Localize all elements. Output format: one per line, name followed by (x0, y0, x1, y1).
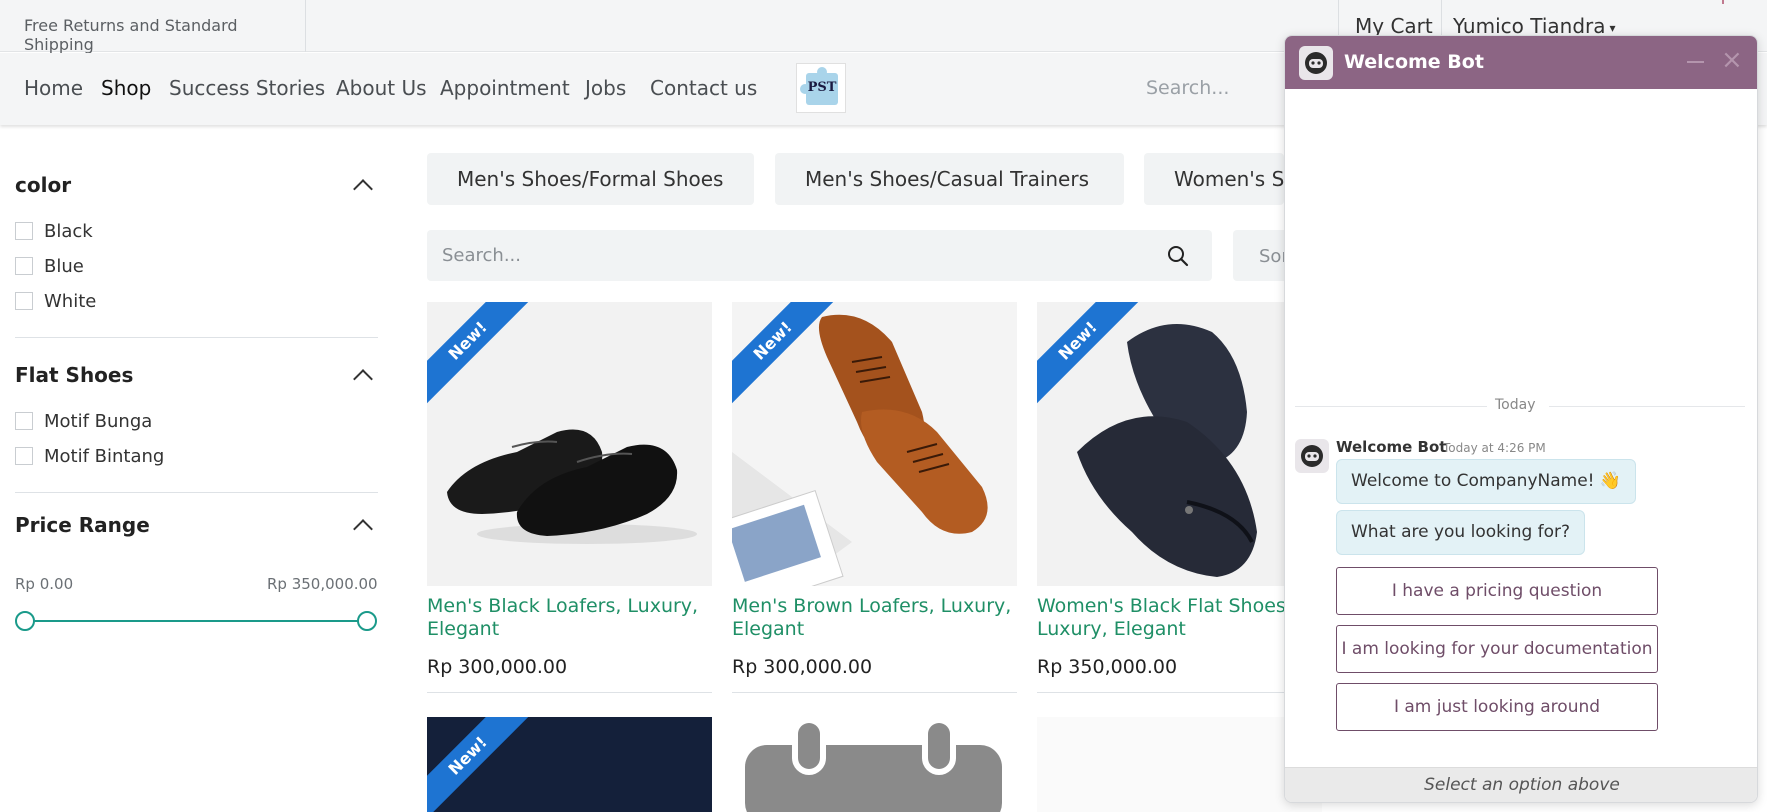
price-max-label: Rp 350,000.00 (267, 575, 378, 593)
nav-jobs[interactable]: Jobs (585, 76, 626, 100)
new-badge: New! (427, 717, 539, 812)
category-womens-shoes[interactable]: Women's Shoes (1144, 153, 1284, 205)
product-price: Rp 300,000.00 (427, 656, 568, 678)
close-icon[interactable]: × (1721, 45, 1743, 75)
top-accent-mark (1722, 0, 1724, 4)
message-timestamp: Today at 4:26 PM (1443, 441, 1546, 455)
divider (427, 692, 712, 693)
divider (1549, 406, 1745, 407)
checkbox[interactable] (15, 222, 33, 240)
product-price: Rp 300,000.00 (732, 656, 873, 678)
chat-message: What are you looking for? (1336, 510, 1586, 555)
filter-option-black[interactable]: Black (15, 221, 93, 242)
checkbox[interactable] (15, 412, 33, 430)
chevron-up-icon[interactable] (353, 519, 373, 539)
day-separator: Today (1495, 397, 1536, 413)
chat-title: Welcome Bot (1344, 51, 1484, 73)
caret-down-icon: ▾ (1609, 20, 1616, 35)
divider (15, 337, 378, 338)
just-looking-button[interactable]: I am just looking around (1336, 683, 1658, 731)
product-card-placeholder[interactable] (1037, 717, 1322, 812)
nav-success-stories[interactable]: Success Stories (169, 76, 325, 100)
product-name[interactable]: Men's Brown Loafers, Luxury, Elegant (732, 595, 1017, 641)
search-placeholder: Search... (442, 245, 522, 266)
product-price: Rp 350,000.00 (1037, 656, 1178, 678)
chat-header[interactable]: Welcome Bot × (1285, 36, 1757, 89)
divider (1295, 406, 1487, 407)
product-image[interactable]: New! (1037, 302, 1322, 586)
divider (15, 492, 378, 493)
product-card[interactable]: New! (427, 717, 712, 812)
checkbox[interactable] (15, 257, 33, 275)
filter-option-blue[interactable]: Blue (15, 256, 84, 277)
bot-avatar-icon (1295, 439, 1329, 473)
filter-flat-shoes-title[interactable]: Flat Shoes (15, 363, 133, 387)
livechat-window: Welcome Bot × Today Welcome Bot Today at… (1284, 35, 1758, 803)
search-icon[interactable] (1167, 245, 1189, 271)
bot-avatar-icon (1299, 46, 1333, 80)
price-slider-max-handle[interactable] (357, 611, 377, 631)
nav-search-input[interactable]: Search... (1146, 77, 1229, 99)
product-image[interactable]: New! (427, 302, 712, 586)
checkbox[interactable] (15, 292, 33, 310)
price-min-label: Rp 0.00 (15, 575, 74, 593)
product-card-placeholder[interactable] (732, 717, 1017, 812)
filter-option-motif-bintang[interactable]: Motif Bintang (15, 446, 164, 467)
price-slider-min-handle[interactable] (15, 611, 35, 631)
nav-home[interactable]: Home (24, 76, 83, 100)
nav-about-us[interactable]: About Us (336, 76, 427, 100)
option-label: White (44, 291, 97, 312)
category-casual-trainers[interactable]: Men's Shoes/Casual Trainers (775, 153, 1124, 205)
pricing-question-button[interactable]: I have a pricing question (1336, 567, 1658, 615)
product-image[interactable]: New! (732, 302, 1017, 586)
nav-shop[interactable]: Shop (101, 76, 151, 100)
filter-color-title[interactable]: color (15, 173, 71, 197)
company-logo[interactable]: PST (796, 63, 846, 113)
filter-option-white[interactable]: White (15, 291, 96, 312)
puzzle-shape (817, 67, 827, 77)
option-label: Motif Bunga (44, 411, 153, 432)
checkbox[interactable] (15, 447, 33, 465)
calendar-icon (745, 717, 1002, 812)
documentation-button[interactable]: I am looking for your documentation (1336, 625, 1658, 673)
chat-input-hint: Select an option above (1285, 767, 1757, 802)
option-label: Black (44, 221, 93, 242)
price-slider-track[interactable] (24, 620, 368, 622)
category-formal-shoes[interactable]: Men's Shoes/Formal Shoes (427, 153, 754, 205)
message-author: Welcome Bot (1336, 438, 1447, 456)
product-name[interactable]: Women's Black Flat Shoes, Luxury, Elegan… (1037, 595, 1322, 641)
shop-search-input[interactable]: Search... (427, 230, 1212, 281)
product-name[interactable]: Men's Black Loafers, Luxury, Elegant (427, 595, 712, 641)
chevron-up-icon[interactable] (353, 179, 373, 199)
chevron-up-icon[interactable] (353, 369, 373, 389)
filter-price-range-title[interactable]: Price Range (15, 513, 150, 537)
option-label: Motif Bintang (44, 446, 165, 467)
logo-text: PST (807, 80, 837, 95)
filter-option-motif-bunga[interactable]: Motif Bunga (15, 411, 152, 432)
divider (732, 692, 1017, 693)
nav-appointment[interactable]: Appointment (440, 76, 570, 100)
promo-text: Free Returns and Standard Shipping (0, 0, 306, 54)
minimize-icon[interactable] (1687, 61, 1704, 63)
divider (1037, 692, 1322, 693)
nav-contact-us[interactable]: Contact us (650, 76, 757, 100)
chat-message: Welcome to CompanyName! 👋 (1336, 459, 1637, 504)
option-label: Blue (44, 256, 84, 277)
